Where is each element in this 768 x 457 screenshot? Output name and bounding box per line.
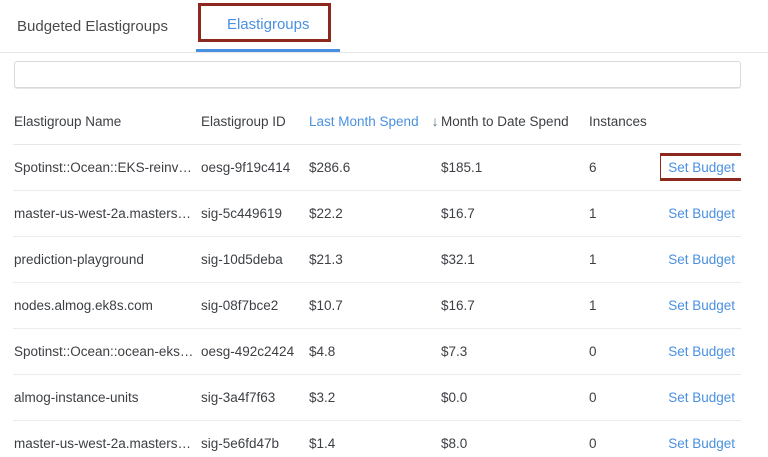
cell-month-to-date-spend: $0.0 [440, 375, 588, 421]
cell-elastigroup-name: master-us-west-2a.masters… [13, 421, 200, 457]
set-budget-label: Set Budget [668, 160, 735, 175]
cell-elastigroup-name: nodes.almog.ek8s.com [13, 283, 200, 329]
cell-elastigroup-id: sig-5c449619 [200, 191, 308, 237]
cell-last-month-spend: $4.8 [308, 329, 440, 375]
column-header-elastigroup-id[interactable]: Elastigroup ID [200, 97, 308, 145]
cell-last-month-spend: $3.2 [308, 375, 440, 421]
tab-budgeted-elastigroups[interactable]: Budgeted Elastigroups [17, 0, 194, 52]
cell-month-to-date-spend: $7.3 [440, 329, 588, 375]
column-header-last-month-spend[interactable]: Last Month Spend ↓ [308, 97, 440, 145]
set-budget-link[interactable]: Set Budget [668, 160, 735, 175]
set-budget-link[interactable]: Set Budget [668, 298, 735, 313]
table-row: almog-instance-units sig-3a4f7f63 $3.2 $… [13, 375, 741, 421]
table-row: Spotinst::Ocean::EKS-reinv… oesg-9f19c41… [13, 145, 741, 191]
cell-elastigroup-name: Spotinst::Ocean::EKS-reinv… [13, 145, 200, 191]
cell-elastigroup-id: sig-5e6fd47b [200, 421, 308, 457]
tab-label: Elastigroups [227, 16, 310, 33]
tab-bar: Budgeted Elastigroups Elastigroups [0, 0, 768, 53]
cell-instances: 1 [588, 191, 660, 237]
tab-elastigroups[interactable]: Elastigroups [196, 0, 341, 52]
cell-instances: 1 [588, 237, 660, 283]
table-header-row: Elastigroup Name Elastigroup ID Last Mon… [13, 97, 741, 145]
set-budget-link[interactable]: Set Budget [668, 390, 735, 405]
cell-elastigroup-id: oesg-9f19c414 [200, 145, 308, 191]
cell-month-to-date-spend: $8.0 [440, 421, 588, 457]
table-row: Spotinst::Ocean::ocean-eks… oesg-492c242… [13, 329, 741, 375]
table-row: master-us-west-2a.masters… sig-5c449619 … [13, 191, 741, 237]
cell-elastigroup-name: prediction-playground [13, 237, 200, 283]
tab-label: Budgeted Elastigroups [17, 18, 168, 35]
set-budget-link[interactable]: Set Budget [668, 252, 735, 267]
cell-month-to-date-spend: $16.7 [440, 191, 588, 237]
cell-last-month-spend: $10.7 [308, 283, 440, 329]
cell-elastigroup-id: sig-3a4f7f63 [200, 375, 308, 421]
set-budget-link[interactable]: Set Budget [668, 344, 735, 359]
table-row: prediction-playground sig-10d5deba $21.3… [13, 237, 741, 283]
cell-instances: 6 [588, 145, 660, 191]
column-header-instances[interactable]: Instances [588, 97, 660, 145]
set-budget-link[interactable]: Set Budget [668, 436, 735, 451]
cell-elastigroup-id: sig-08f7bce2 [200, 283, 308, 329]
cell-instances: 0 [588, 375, 660, 421]
cell-month-to-date-spend: $32.1 [440, 237, 588, 283]
cell-elastigroup-id: sig-10d5deba [200, 237, 308, 283]
cell-last-month-spend: $21.3 [308, 237, 440, 283]
cell-last-month-spend: $22.2 [308, 191, 440, 237]
cell-last-month-spend: $1.4 [308, 421, 440, 457]
column-header-label: Last Month Spend [309, 114, 419, 129]
cell-elastigroup-name: master-us-west-2a.masters… [13, 191, 200, 237]
cell-elastigroup-name: Spotinst::Ocean::ocean-eks… [13, 329, 200, 375]
column-header-action [660, 97, 741, 145]
cell-elastigroup-name: almog-instance-units [13, 375, 200, 421]
cell-instances: 0 [588, 329, 660, 375]
cell-last-month-spend: $286.6 [308, 145, 440, 191]
elastigroups-table: Elastigroup Name Elastigroup ID Last Mon… [13, 97, 741, 457]
cell-instances: 0 [588, 421, 660, 457]
cell-elastigroup-id: oesg-492c2424 [200, 329, 308, 375]
set-budget-link[interactable]: Set Budget [668, 206, 735, 221]
cell-instances: 1 [588, 283, 660, 329]
table-row: master-us-west-2a.masters… sig-5e6fd47b … [13, 421, 741, 457]
column-header-month-to-date-spend[interactable]: Month to Date Spend [440, 97, 588, 145]
cell-month-to-date-spend: $16.7 [440, 283, 588, 329]
sort-descending-icon[interactable]: ↓ [432, 113, 439, 129]
cell-month-to-date-spend: $185.1 [440, 145, 588, 191]
filter-input[interactable] [14, 61, 741, 88]
column-header-elastigroup-name[interactable]: Elastigroup Name [13, 97, 200, 145]
budgets-page: Budgeted Elastigroups Elastigroups Elast… [0, 0, 768, 457]
table-row: nodes.almog.ek8s.com sig-08f7bce2 $10.7 … [13, 283, 741, 329]
